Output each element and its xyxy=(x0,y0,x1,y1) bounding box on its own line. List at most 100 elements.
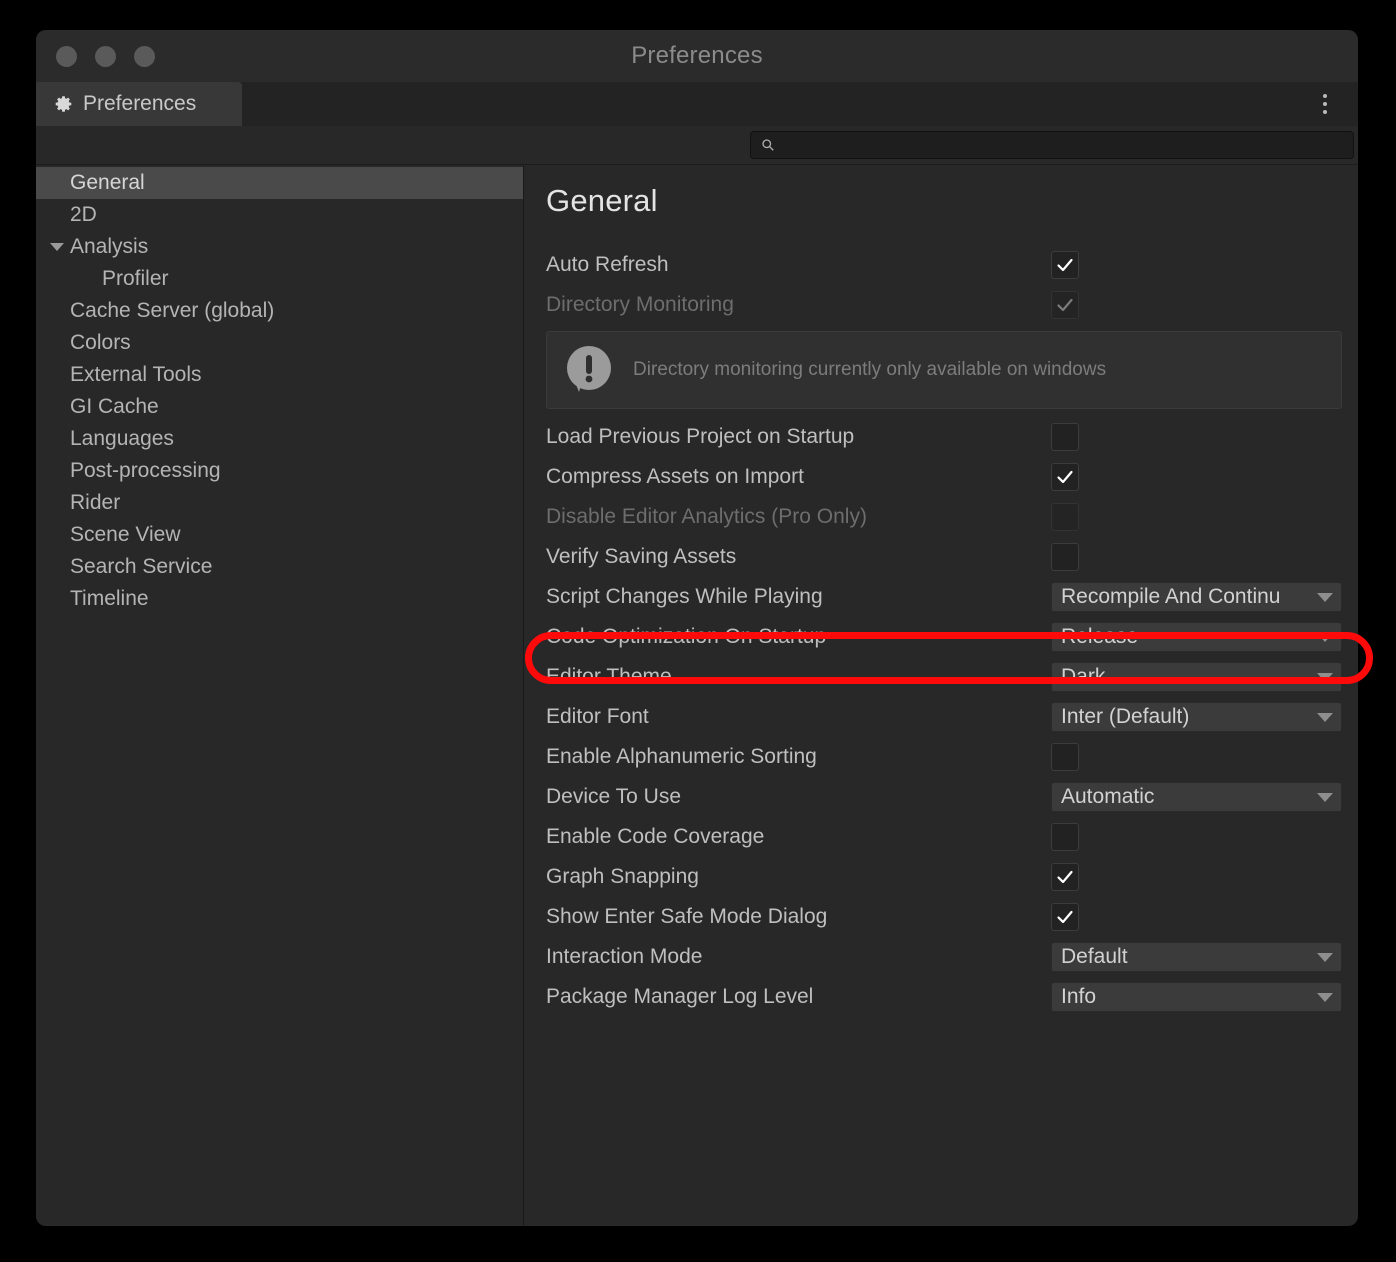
settings-content: General Auto Refresh Directory Monitoring… xyxy=(524,165,1358,1226)
sidebar-item-post-processing[interactable]: Post-processing xyxy=(36,455,523,487)
checkbox-show-enter-safe-mode-dialog[interactable] xyxy=(1051,903,1079,931)
sidebar-item-label: Cache Server (global) xyxy=(70,299,275,322)
checkbox-disable-editor-analytics-pro-only xyxy=(1051,503,1079,531)
pref-label: Package Manager Log Level xyxy=(546,985,814,1008)
body-split: General 2D Analysis Profiler Cache Server (g… xyxy=(36,164,1358,1226)
chevron-down-icon xyxy=(1317,992,1333,1002)
chevron-down-icon xyxy=(1317,632,1333,642)
sidebar-item-2d[interactable]: 2D xyxy=(36,199,523,231)
sidebar-item-general[interactable]: General xyxy=(36,167,523,199)
kebab-dot xyxy=(1323,102,1327,106)
info-helpbox: Directory monitoring currently only avai… xyxy=(546,331,1342,409)
sidebar-item-label: General xyxy=(70,171,145,194)
pref-row-disable-editor-analytics-pro-only: Disable Editor Analytics (Pro Only) xyxy=(546,497,1342,537)
close-button[interactable] xyxy=(56,45,77,67)
dropdown-value: Info xyxy=(1061,985,1097,1008)
check-icon xyxy=(1056,908,1074,926)
pref-label: Enable Code Coverage xyxy=(546,825,765,848)
pref-row-load-previous-project-on-startup: Load Previous Project on Startup xyxy=(546,417,1342,457)
checkbox-compress-assets-on-import[interactable] xyxy=(1051,463,1079,491)
sidebar-item-search-service[interactable]: Search Service xyxy=(36,551,523,583)
chevron-down-icon xyxy=(1317,672,1333,682)
pref-row-package-manager-log-level: Package Manager Log Level Info xyxy=(546,977,1342,1017)
search-box[interactable] xyxy=(750,131,1354,159)
tab-preferences[interactable]: Preferences xyxy=(36,82,242,126)
sidebar-item-analysis[interactable]: Analysis xyxy=(36,231,523,263)
window-titlebar: Preferences xyxy=(36,30,1358,82)
dropdown-value: Default xyxy=(1061,945,1128,968)
window-title: Preferences xyxy=(631,42,763,69)
sidebar-item-external-tools[interactable]: External Tools xyxy=(36,359,523,391)
dropdown-editor-theme[interactable]: Dark xyxy=(1051,662,1342,692)
sidebar-item-scene-view[interactable]: Scene View xyxy=(36,519,523,551)
check-icon xyxy=(1056,256,1074,274)
pref-label: Interaction Mode xyxy=(546,945,703,968)
dropdown-device-to-use[interactable]: Automatic xyxy=(1051,782,1342,812)
check-icon xyxy=(1056,868,1074,886)
sidebar-item-label: Search Service xyxy=(70,555,213,578)
zoom-button[interactable] xyxy=(134,45,155,67)
chevron-down-icon[interactable] xyxy=(50,243,64,251)
minimize-button[interactable] xyxy=(95,45,116,67)
page-title: General xyxy=(546,183,658,218)
search-row xyxy=(36,126,1358,164)
checkbox-enable-alphanumeric-sorting[interactable] xyxy=(1051,743,1079,771)
kebab-menu-icon[interactable] xyxy=(1314,82,1336,126)
pref-row-show-enter-safe-mode-dialog: Show Enter Safe Mode Dialog xyxy=(546,897,1342,937)
info-bubble-icon xyxy=(563,344,615,396)
pref-row-script-changes-while-playing: Script Changes While Playing Recompile An… xyxy=(546,577,1342,617)
dropdown-value: Inter (Default) xyxy=(1061,705,1190,728)
pref-label: Script Changes While Playing xyxy=(546,585,823,608)
pref-row-editor-theme: Editor Theme Dark xyxy=(546,657,1342,697)
chevron-down-icon xyxy=(1317,792,1333,802)
gear-icon xyxy=(54,95,73,114)
sidebar-item-label: Profiler xyxy=(102,267,169,290)
dropdown-script-changes-while-playing[interactable]: Recompile And Continu xyxy=(1051,582,1342,612)
pref-row-compress-assets-on-import: Compress Assets on Import xyxy=(546,457,1342,497)
dropdown-code-optimization-on-startup[interactable]: Release xyxy=(1051,622,1342,652)
settings-sidebar[interactable]: General 2D Analysis Profiler Cache Server (g… xyxy=(36,165,524,1226)
sidebar-item-profiler[interactable]: Profiler xyxy=(36,263,523,295)
tab-bar: Preferences xyxy=(36,82,1358,126)
sidebar-item-label: Languages xyxy=(70,427,174,450)
sidebar-item-label: 2D xyxy=(70,203,97,226)
pref-row-directory-monitoring: Directory Monitoring xyxy=(546,285,1342,325)
pref-row-enable-alphanumeric-sorting: Enable Alphanumeric Sorting xyxy=(546,737,1342,777)
dropdown-value: Dark xyxy=(1061,665,1106,688)
sidebar-item-timeline[interactable]: Timeline xyxy=(36,583,523,615)
pref-label: Load Previous Project on Startup xyxy=(546,425,855,448)
helpbox-text: Directory monitoring currently only avai… xyxy=(633,359,1107,380)
checkbox-auto-refresh[interactable] xyxy=(1051,251,1079,279)
pref-label: Directory Monitoring xyxy=(546,293,734,316)
sidebar-item-label: Rider xyxy=(70,491,121,514)
checkbox-load-previous-project-on-startup[interactable] xyxy=(1051,423,1079,451)
pref-label: Show Enter Safe Mode Dialog xyxy=(546,905,828,928)
sidebar-item-cache-server-global[interactable]: Cache Server (global) xyxy=(36,295,523,327)
dropdown-value: Recompile And Continu xyxy=(1061,585,1281,608)
preferences-list: Auto Refresh Directory Monitoring Director… xyxy=(546,245,1342,1017)
dropdown-interaction-mode[interactable]: Default xyxy=(1051,942,1342,972)
search-input[interactable] xyxy=(783,136,1343,154)
dropdown-value: Release xyxy=(1061,625,1139,648)
sidebar-item-rider[interactable]: Rider xyxy=(36,487,523,519)
chevron-down-icon xyxy=(1317,712,1333,722)
pref-row-code-optimization-on-startup: Code Optimization On Startup Release xyxy=(546,617,1342,657)
pref-label: Compress Assets on Import xyxy=(546,465,804,488)
sidebar-item-languages[interactable]: Languages xyxy=(36,423,523,455)
pref-row-auto-refresh: Auto Refresh xyxy=(546,245,1342,285)
checkbox-verify-saving-assets[interactable] xyxy=(1051,543,1079,571)
sidebar-item-colors[interactable]: Colors xyxy=(36,327,523,359)
dropdown-editor-font[interactable]: Inter (Default) xyxy=(1051,702,1342,732)
traffic-light-group xyxy=(56,45,155,67)
sidebar-item-label: Scene View xyxy=(70,523,181,546)
sidebar-item-gi-cache[interactable]: GI Cache xyxy=(36,391,523,423)
sidebar-item-label: Colors xyxy=(70,331,131,354)
checkbox-enable-code-coverage[interactable] xyxy=(1051,823,1079,851)
pref-row-interaction-mode: Interaction Mode Default xyxy=(546,937,1342,977)
dropdown-package-manager-log-level[interactable]: Info xyxy=(1051,982,1342,1012)
checkbox-graph-snapping[interactable] xyxy=(1051,863,1079,891)
pref-label: Code Optimization On Startup xyxy=(546,625,827,648)
kebab-dot xyxy=(1323,110,1327,114)
search-icon xyxy=(761,138,775,152)
pref-label: Verify Saving Assets xyxy=(546,545,737,568)
